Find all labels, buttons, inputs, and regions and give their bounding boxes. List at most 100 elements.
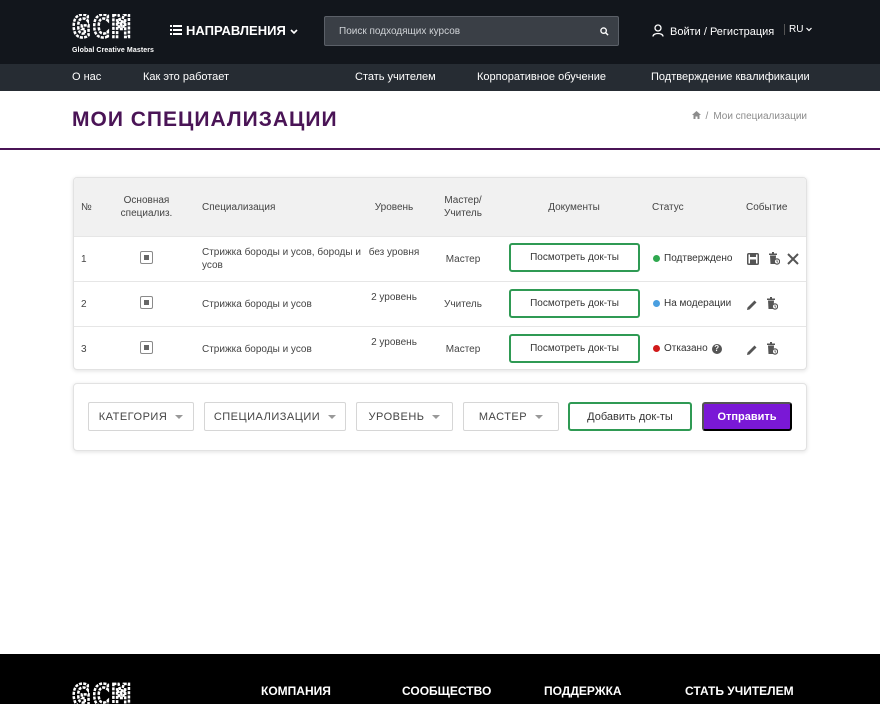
status-dot xyxy=(653,345,660,352)
table-row: 2 Стрижка бороды и усов 2 уровень Учител… xyxy=(74,281,806,326)
table-header: № Основная специализ. Специализация Уров… xyxy=(74,178,806,237)
footer-support[interactable]: ПОДДЕРЖКА xyxy=(544,684,622,698)
specializations-table: № Основная специализ. Специализация Уров… xyxy=(73,177,807,370)
delete-icon[interactable] xyxy=(766,297,779,315)
level-label: УРОВЕНЬ xyxy=(368,410,425,423)
nav-how-it-works[interactable]: Как это работает xyxy=(143,71,229,83)
footer-community[interactable]: СООБЩЕСТВО xyxy=(402,684,491,698)
delete-icon[interactable] xyxy=(766,342,779,360)
delete-icon[interactable] xyxy=(768,252,781,270)
header-num: № xyxy=(81,202,92,213)
view-docs-button[interactable]: Посмотреть док-ты xyxy=(509,289,640,318)
footer-company[interactable]: КОМПАНИЯ xyxy=(261,684,331,698)
specializations-label: СПЕЦИАЛИЗАЦИИ xyxy=(213,410,321,423)
row-level: без уровня xyxy=(368,247,420,258)
directions-label: НАПРАВЛЕНИЯ xyxy=(186,23,286,38)
footer: GCM КОМПАНИЯ СООБЩЕСТВО ПОДДЕРЖКА СТАТЬ … xyxy=(0,654,880,711)
logo-letters: GCM xyxy=(72,14,132,40)
main-spec-checkbox[interactable] xyxy=(140,341,153,354)
row-specialization: Стрижка бороды и усов xyxy=(202,299,312,310)
row-level: 2 уровень xyxy=(371,337,417,348)
breadcrumb-separator: / xyxy=(705,111,709,122)
view-docs-button[interactable]: Посмотреть док-ты xyxy=(509,243,640,272)
status-dot xyxy=(653,255,660,262)
table-row: 3 Стрижка бороды и усов 2 уровень Мастер… xyxy=(74,326,806,369)
top-header: GCM Global Creative Masters НАПРАВЛЕНИЯ … xyxy=(0,0,880,64)
row-role: Мастер xyxy=(445,344,481,355)
secondary-nav: О нас Как это работает Стать учителем Ко… xyxy=(0,64,880,91)
row-num: 3 xyxy=(81,344,87,355)
login-label: Войти / Регистрация xyxy=(670,26,775,38)
search-bar xyxy=(324,16,619,46)
send-button[interactable]: Отправить xyxy=(702,402,792,431)
status-badge: На модерации xyxy=(653,298,731,309)
header-main-spec: Основная специализ. xyxy=(120,195,173,219)
footer-logo[interactable]: GCM xyxy=(71,678,152,711)
nav-qualification[interactable]: Подтверждение квалификации xyxy=(651,71,810,83)
specializations-dropdown[interactable]: СПЕЦИАЛИЗАЦИИ xyxy=(204,402,346,431)
category-label: КАТЕГОРИЯ xyxy=(98,410,168,423)
save-icon[interactable] xyxy=(747,252,759,270)
caret-down-icon xyxy=(328,414,337,419)
header-role: Мастер/ Учитель xyxy=(444,195,482,219)
header-event: Событие xyxy=(746,202,788,213)
search-input[interactable] xyxy=(325,25,590,37)
master-dropdown[interactable]: МАСТЕР xyxy=(463,402,559,431)
status-label: На модерации xyxy=(664,298,732,309)
logo[interactable]: GCM Global Creative Masters xyxy=(71,9,154,54)
edit-icon[interactable] xyxy=(746,298,758,316)
row-specialization: Стрижка бороды и усов xyxy=(202,344,312,355)
main-spec-checkbox[interactable] xyxy=(140,296,153,309)
breadcrumb: / Мои специализации xyxy=(691,111,807,122)
status-label: Подтверждено xyxy=(664,253,733,264)
caret-down-icon xyxy=(432,414,441,419)
row-num: 2 xyxy=(81,299,87,310)
add-docs-button[interactable]: Добавить док-ты xyxy=(568,402,692,431)
row-role: Мастер xyxy=(445,254,481,265)
user-icon xyxy=(652,24,664,40)
level-dropdown[interactable]: УРОВЕНЬ xyxy=(356,402,453,431)
row-role: Учитель xyxy=(444,299,482,310)
chevron-down-icon xyxy=(290,23,298,38)
list-icon xyxy=(170,23,182,38)
nav-become-teacher[interactable]: Стать учителем xyxy=(355,71,436,83)
close-icon[interactable] xyxy=(787,252,799,270)
header-level: Уровень xyxy=(374,202,414,213)
breadcrumb-current: Мои специализации xyxy=(713,111,807,122)
page-title: МОИ СПЕЦИАЛИЗАЦИИ xyxy=(72,108,338,131)
status-badge: Отказано ? xyxy=(653,343,722,354)
caret-down-icon xyxy=(175,414,184,419)
logo-mark: GCM xyxy=(71,9,132,47)
language-label: RU xyxy=(789,24,804,35)
edit-icon[interactable] xyxy=(746,343,758,361)
main-spec-checkbox[interactable] xyxy=(140,251,153,264)
help-icon[interactable]: ? xyxy=(711,343,722,354)
nav-about[interactable]: О нас xyxy=(72,71,101,83)
view-docs-button[interactable]: Посмотреть док-ты xyxy=(509,334,640,363)
status-badge: Подтверждено xyxy=(653,253,732,264)
footer-logo-letters: GCM xyxy=(72,682,132,706)
category-dropdown[interactable]: КАТЕГОРИЯ xyxy=(88,402,194,431)
table-row: 1 Стрижка бороды и усов, бороды и усов б… xyxy=(74,236,806,281)
login-link[interactable]: Войти / Регистрация xyxy=(652,24,774,40)
title-divider xyxy=(0,148,880,150)
status-dot xyxy=(653,300,660,307)
header-specialization: Специализация xyxy=(202,202,276,213)
status-label: Отказано xyxy=(664,343,708,354)
add-specialization-panel: КАТЕГОРИЯ СПЕЦИАЛИЗАЦИИ УРОВЕНЬ МАСТЕР Д… xyxy=(73,383,807,451)
row-specialization: Стрижка бороды и усов, бороды и усов xyxy=(202,247,361,271)
header-status: Статус xyxy=(652,202,684,213)
row-level: 2 уровень xyxy=(371,292,417,303)
footer-become-teacher[interactable]: СТАТЬ УЧИТЕЛЕМ xyxy=(685,684,794,698)
nav-corporate-training[interactable]: Корпоративное обучение xyxy=(477,71,606,83)
header-documents: Документы xyxy=(548,202,600,213)
home-icon[interactable] xyxy=(691,111,701,122)
logo-subtitle: Global Creative Masters xyxy=(72,47,155,54)
search-icon[interactable] xyxy=(590,26,618,36)
chevron-down-icon xyxy=(806,24,813,35)
caret-down-icon xyxy=(535,414,544,419)
master-label: МАСТЕР xyxy=(478,410,528,423)
directions-menu[interactable]: НАПРАВЛЕНИЯ xyxy=(170,23,298,38)
row-num: 1 xyxy=(81,254,87,265)
language-selector[interactable]: RU xyxy=(784,24,813,35)
